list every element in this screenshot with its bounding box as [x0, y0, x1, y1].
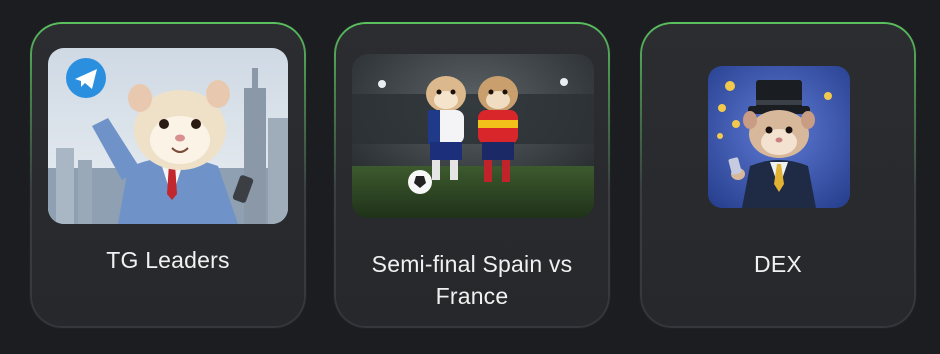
- hamsters-football-match-icon: [352, 54, 594, 218]
- task-cards-row: TG Leaders Semi-final Spain vs France DE…: [0, 0, 940, 354]
- hamster-businessman-telegram-icon: [48, 48, 288, 224]
- card-semi-final-spain-vs-france[interactable]: Semi-final Spain vs France: [334, 22, 610, 328]
- card-title: TG Leaders: [106, 247, 230, 273]
- card-title: DEX: [754, 251, 802, 277]
- card-tg-leaders[interactable]: TG Leaders: [30, 22, 306, 328]
- card-dex[interactable]: DEX: [640, 22, 916, 328]
- hamster-top-hat-coins-icon: [708, 66, 850, 208]
- card-title: Semi-final Spain vs France: [371, 251, 573, 309]
